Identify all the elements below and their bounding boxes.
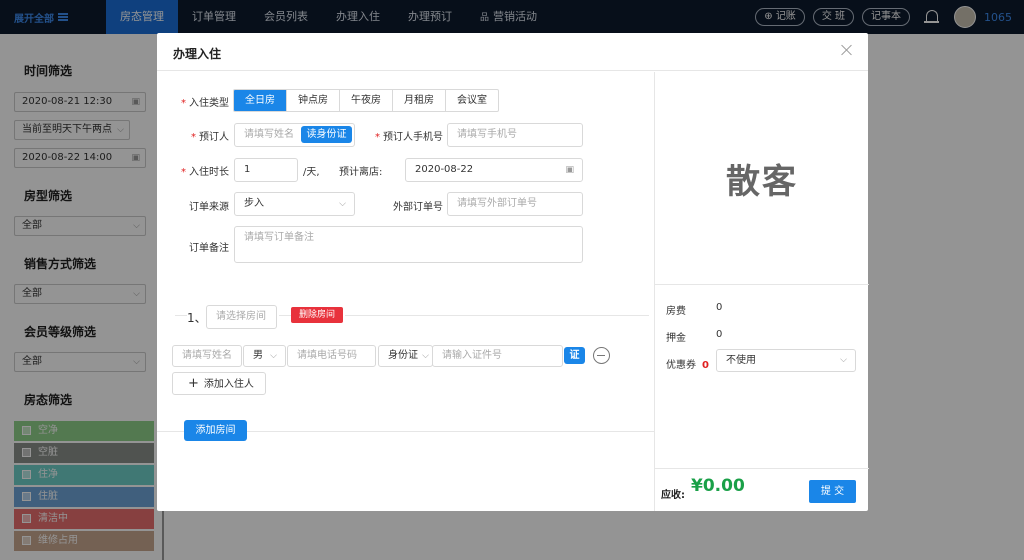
id-number-field[interactable]: 请输入证件号 bbox=[432, 345, 563, 367]
order-source-value: 步入 bbox=[244, 198, 264, 209]
remark-placeholder: 请填写订单备注 bbox=[244, 232, 314, 243]
duration-unit: /天, bbox=[303, 167, 320, 178]
room-select-placeholder: 请选择房间 bbox=[216, 311, 266, 322]
checkin-type-tabs: 全日房 钟点房 午夜房 月租房 会议室 bbox=[233, 89, 499, 112]
total-amount: ¥0.00 bbox=[691, 476, 745, 496]
modal-title: 办理入住 bbox=[173, 47, 222, 61]
room-select-field[interactable]: 请选择房间 bbox=[206, 305, 277, 329]
plus-icon: + bbox=[188, 376, 199, 391]
tab-meeting-room[interactable]: 会议室 bbox=[446, 90, 498, 111]
submit-button[interactable]: 提 交 bbox=[809, 480, 856, 503]
close-icon[interactable] bbox=[840, 43, 854, 57]
checkin-modal: 办理入住 * 入住类型 全日房 钟点房 午夜房 月租房 会议室 * 预订人 请填写姓… bbox=[157, 33, 869, 511]
modal-header: 办理入住 bbox=[157, 33, 868, 71]
source-label: 订单来源 bbox=[189, 202, 229, 213]
duration-label: * 入住时长 bbox=[181, 167, 229, 178]
remark-label: 订单备注 bbox=[189, 243, 229, 254]
guest-gender-value: 男 bbox=[253, 350, 263, 361]
coupon-label-text: 优惠券 bbox=[666, 360, 696, 371]
guest-name-placeholder: 请填写姓名 bbox=[182, 350, 232, 361]
delete-room-button[interactable]: 删除房间 bbox=[291, 307, 343, 323]
booker-phone-label-text: 预订人手机号 bbox=[383, 132, 443, 143]
tab-midnight[interactable]: 午夜房 bbox=[340, 90, 393, 111]
customer-type-tag: 散客 bbox=[726, 162, 798, 202]
add-guest-button[interactable]: + 添加入住人 bbox=[172, 372, 266, 395]
divider bbox=[345, 315, 649, 316]
divider bbox=[655, 468, 869, 469]
external-order-field[interactable]: 请填写外部订单号 bbox=[447, 192, 583, 216]
coupon-label: 优惠券 0 bbox=[666, 356, 709, 371]
tab-hourly[interactable]: 钟点房 bbox=[287, 90, 340, 111]
chevron-down-icon: ⌵ bbox=[270, 351, 277, 361]
calendar-icon: ▣ bbox=[565, 165, 574, 175]
duration-field[interactable]: 1 bbox=[234, 158, 298, 182]
room-fee-label: 房费 bbox=[666, 306, 686, 317]
summary-panel: 散客 房费 0 押金 0 优惠券 0 不使用 ⌵ 应收: ¥0.00 提 交 bbox=[654, 72, 869, 511]
leave-date-label: 预计离店: bbox=[339, 167, 383, 178]
guest-name-field[interactable]: 请填写姓名 bbox=[172, 345, 242, 367]
coupon-count: 0 bbox=[702, 360, 709, 371]
room-index: 1、 bbox=[187, 311, 207, 325]
divider bbox=[655, 284, 869, 285]
tab-full-day[interactable]: 全日房 bbox=[234, 90, 287, 111]
chevron-down-icon: ⌵ bbox=[339, 199, 346, 209]
chevron-down-icon: ⌵ bbox=[422, 351, 429, 361]
external-order-label: 外部订单号 bbox=[393, 202, 443, 213]
id-number-placeholder: 请输入证件号 bbox=[442, 350, 502, 361]
id-type-value: 身份证 bbox=[388, 350, 418, 361]
deposit-value: 0 bbox=[716, 329, 723, 340]
read-id-button[interactable]: 证 bbox=[564, 347, 585, 364]
booker-phone-placeholder: 请填写手机号 bbox=[457, 129, 517, 140]
duration-label-text: 入住时长 bbox=[189, 167, 229, 178]
booker-name-placeholder: 请填写姓名 bbox=[244, 129, 294, 140]
booker-label-text: 预订人 bbox=[199, 132, 229, 143]
divider bbox=[157, 431, 184, 432]
external-order-placeholder: 请填写外部订单号 bbox=[457, 198, 537, 209]
coupon-select[interactable]: 不使用 ⌵ bbox=[716, 349, 856, 372]
total-label: 应收: bbox=[661, 490, 685, 501]
remark-textarea[interactable]: 请填写订单备注 bbox=[234, 226, 583, 263]
guest-phone-placeholder: 请填电话号码 bbox=[297, 350, 357, 361]
leave-date-field[interactable]: 2020-08-22 ▣ bbox=[405, 158, 583, 182]
deposit-label: 押金 bbox=[666, 333, 686, 344]
booker-label: * 预订人 bbox=[191, 132, 229, 143]
booker-phone-label: * 预订人手机号 bbox=[375, 132, 443, 143]
read-id-card-button[interactable]: 读身份证 bbox=[301, 126, 352, 143]
checkin-type-label: * 入住类型 bbox=[181, 98, 229, 109]
checkin-form: * 入住类型 全日房 钟点房 午夜房 月租房 会议室 * 预订人 请填写姓名 读身份… bbox=[157, 72, 654, 511]
leave-date-value: 2020-08-22 bbox=[415, 164, 474, 175]
coupon-value: 不使用 bbox=[726, 355, 756, 366]
tab-monthly[interactable]: 月租房 bbox=[393, 90, 446, 111]
id-type-select[interactable]: 身份证 ⌵ bbox=[378, 345, 433, 367]
divider bbox=[175, 315, 187, 316]
booker-phone-field[interactable]: 请填写手机号 bbox=[447, 123, 583, 147]
checkin-type-label-text: 入住类型 bbox=[189, 98, 229, 109]
add-guest-label: 添加入住人 bbox=[203, 379, 254, 390]
room-fee-value: 0 bbox=[716, 302, 723, 313]
chevron-down-icon: ⌵ bbox=[840, 355, 847, 365]
divider bbox=[247, 431, 654, 432]
add-room-button[interactable]: 添加房间 bbox=[184, 420, 247, 441]
divider bbox=[279, 315, 291, 316]
remove-guest-icon[interactable] bbox=[593, 347, 610, 364]
guest-phone-field[interactable]: 请填电话号码 bbox=[287, 345, 376, 367]
order-source-select[interactable]: 步入 ⌵ bbox=[234, 192, 355, 216]
guest-gender-select[interactable]: 男 ⌵ bbox=[243, 345, 286, 367]
